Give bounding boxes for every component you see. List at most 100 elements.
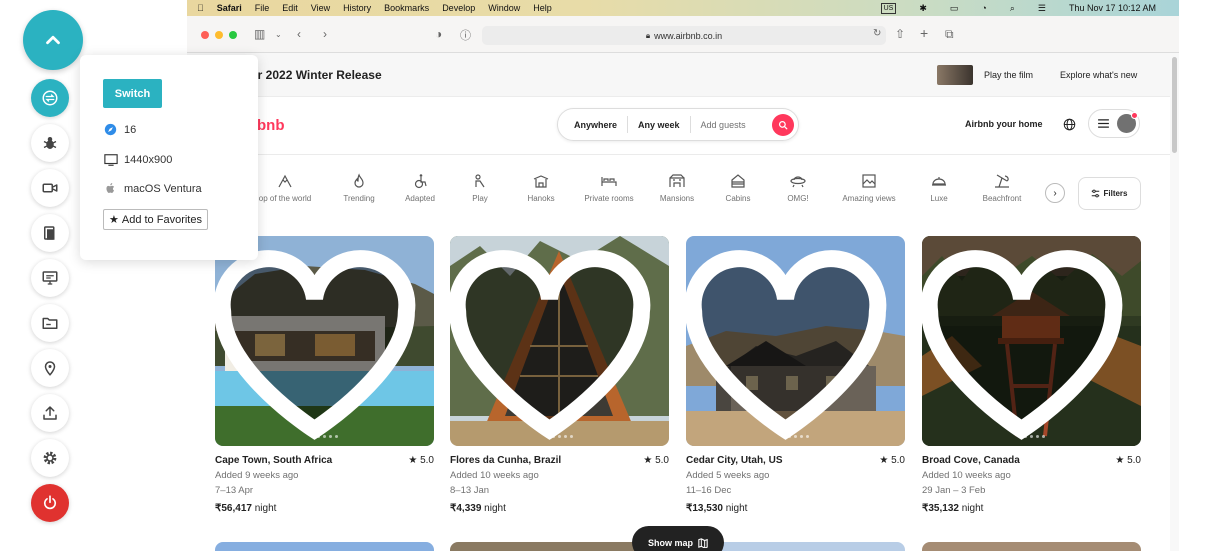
heart-icon[interactable] [215, 246, 424, 446]
search-button[interactable] [772, 114, 794, 136]
category-amazing-views[interactable]: Amazing views [834, 173, 904, 203]
sidebar-icon[interactable]: ▥ [254, 27, 265, 41]
scrollbar-thumb[interactable] [1172, 57, 1177, 153]
search-anywhere[interactable]: Anywhere [558, 116, 629, 133]
switch-browser-button[interactable] [31, 79, 69, 117]
search-bar[interactable]: Anywhere Any week Add guests [557, 108, 799, 141]
bluetooth-icon[interactable]: ✱ [919, 3, 927, 14]
carousel-dots[interactable] [1017, 435, 1047, 438]
category-next-button[interactable]: › [1045, 183, 1065, 203]
safari-icon [103, 122, 118, 137]
geolocation-button[interactable] [31, 349, 69, 387]
wifi-icon[interactable]: ◔ [981, 3, 986, 13]
responsive-button[interactable] [31, 259, 69, 297]
screenshot-button[interactable] [31, 214, 69, 252]
category-mansions[interactable]: Mansions [642, 173, 712, 203]
play-film-link[interactable]: Play the film [984, 70, 1033, 80]
search-icon[interactable]: ⌕ [1010, 3, 1015, 14]
listing-card[interactable]: Cape Town, South Africa ★ 5.0 Added 9 we… [215, 236, 434, 514]
upload-button[interactable] [31, 394, 69, 432]
record-video-button[interactable] [31, 169, 69, 207]
collapse-button[interactable] [23, 10, 83, 70]
switch-button[interactable]: Switch [103, 79, 162, 108]
category-top-of-the-world[interactable]: op of the world [250, 173, 320, 203]
menubar-status-area: US ✱ ▭ ◔ ⌕ ☰ Thu Nov 17 10:12 AM [871, 0, 1169, 16]
menu-file[interactable]: File [255, 3, 270, 13]
search-any-week[interactable]: Any week [628, 116, 691, 133]
host-link[interactable]: Airbnb your home [965, 119, 1043, 129]
close-window-button[interactable] [201, 31, 209, 39]
menu-develop[interactable]: Develop [442, 3, 475, 13]
listing-photo[interactable] [922, 236, 1141, 446]
forward-icon[interactable]: › [323, 27, 327, 41]
carousel-dots[interactable] [781, 435, 811, 438]
listing-photo-peek[interactable] [922, 542, 1141, 551]
menu-view[interactable]: View [311, 3, 330, 13]
menu-help[interactable]: Help [533, 3, 552, 13]
menubar-clock[interactable]: Thu Nov 17 10:12 AM [1069, 3, 1156, 13]
menu-edit[interactable]: Edit [282, 3, 298, 13]
menu-bookmarks[interactable]: Bookmarks [384, 3, 429, 13]
chevron-down-icon[interactable]: ⌄ [275, 30, 282, 39]
share-icon[interactable]: ⇧ [895, 27, 905, 41]
listing-photo-peek[interactable] [215, 542, 434, 551]
carousel-dots[interactable] [545, 435, 575, 438]
heart-icon[interactable] [450, 246, 659, 446]
listing-photo[interactable] [686, 236, 905, 446]
category-beachfront[interactable]: Beachfront [967, 173, 1037, 203]
menu-app-name[interactable]: Safari [217, 3, 242, 13]
favorites-label: Add to Favorites [121, 213, 202, 226]
info-icon[interactable]: ⓘ [460, 27, 471, 43]
airbnb-logo[interactable]: bnb [257, 117, 285, 134]
apple-menu-icon[interactable]:  [197, 3, 204, 13]
back-icon[interactable]: ‹ [297, 27, 301, 41]
carousel-dots[interactable] [310, 435, 340, 438]
film-thumbnail[interactable] [937, 65, 973, 85]
minimize-window-button[interactable] [215, 31, 223, 39]
listing-card[interactable]: Broad Cove, Canada ★ 5.0 Added 10 weeks … [922, 236, 1141, 514]
map-icon [698, 537, 708, 548]
browser-toolbar: ▥ ⌄ ‹ › ◑ ⓘ 🔒︎ www.airbnb.co.in ↻ ⇧ + ⧉ [187, 16, 1179, 53]
reload-icon[interactable]: ↻ [873, 28, 881, 39]
listing-photo[interactable] [215, 236, 434, 446]
filters-button[interactable]: Filters [1078, 177, 1141, 210]
globe-icon[interactable] [1063, 118, 1076, 131]
add-to-favorites-button[interactable]: ★ Add to Favorites [103, 209, 208, 230]
input-source[interactable]: US [880, 2, 897, 14]
search-add-guests[interactable]: Add guests [691, 116, 756, 133]
listing-card[interactable]: Cedar City, Utah, US ★ 5.0 Added 5 weeks… [686, 236, 905, 514]
listing-photo[interactable] [450, 236, 669, 446]
bug-report-button[interactable] [31, 124, 69, 162]
heart-icon[interactable] [922, 246, 1131, 446]
category-play[interactable]: Play [445, 173, 515, 203]
zoom-window-button[interactable] [229, 31, 237, 39]
heart-icon[interactable] [686, 246, 895, 446]
category-trending[interactable]: Trending [324, 173, 394, 203]
category-private-rooms[interactable]: Private rooms [574, 173, 644, 203]
resolution-row: 1440x900 [103, 152, 172, 167]
monitor-icon [103, 152, 118, 167]
settings-button[interactable] [31, 439, 69, 477]
stop-session-button[interactable] [31, 484, 69, 522]
category-luxe[interactable]: Luxe [904, 173, 974, 203]
menu-history[interactable]: History [343, 3, 371, 13]
control-center-icon[interactable]: ☰ [1038, 3, 1046, 14]
category-hanoks[interactable]: Hanoks [506, 173, 576, 203]
show-map-button[interactable]: Show map [632, 526, 724, 551]
mansion-icon [669, 174, 685, 187]
wheelchair-icon [414, 174, 427, 189]
user-menu-button[interactable] [1088, 109, 1140, 138]
star-icon: ★ [408, 455, 418, 466]
category-omg[interactable]: OMG! [763, 173, 833, 203]
explore-link[interactable]: Explore what's new [1060, 70, 1137, 80]
battery-icon[interactable]: ▭ [950, 3, 959, 14]
listing-card[interactable]: Flores da Cunha, Brazil ★ 5.0 Added 10 w… [450, 236, 669, 514]
tab-overview-icon[interactable]: ⧉ [945, 27, 954, 42]
page-scrollbar[interactable] [1170, 53, 1179, 551]
listing-dates: 8–13 Jan [450, 485, 490, 496]
menu-window[interactable]: Window [488, 3, 520, 13]
address-bar[interactable]: 🔒︎ www.airbnb.co.in [482, 26, 886, 45]
privacy-report-icon[interactable]: ◑ [435, 27, 442, 41]
files-button[interactable] [31, 304, 69, 342]
new-tab-icon[interactable]: + [920, 25, 928, 41]
